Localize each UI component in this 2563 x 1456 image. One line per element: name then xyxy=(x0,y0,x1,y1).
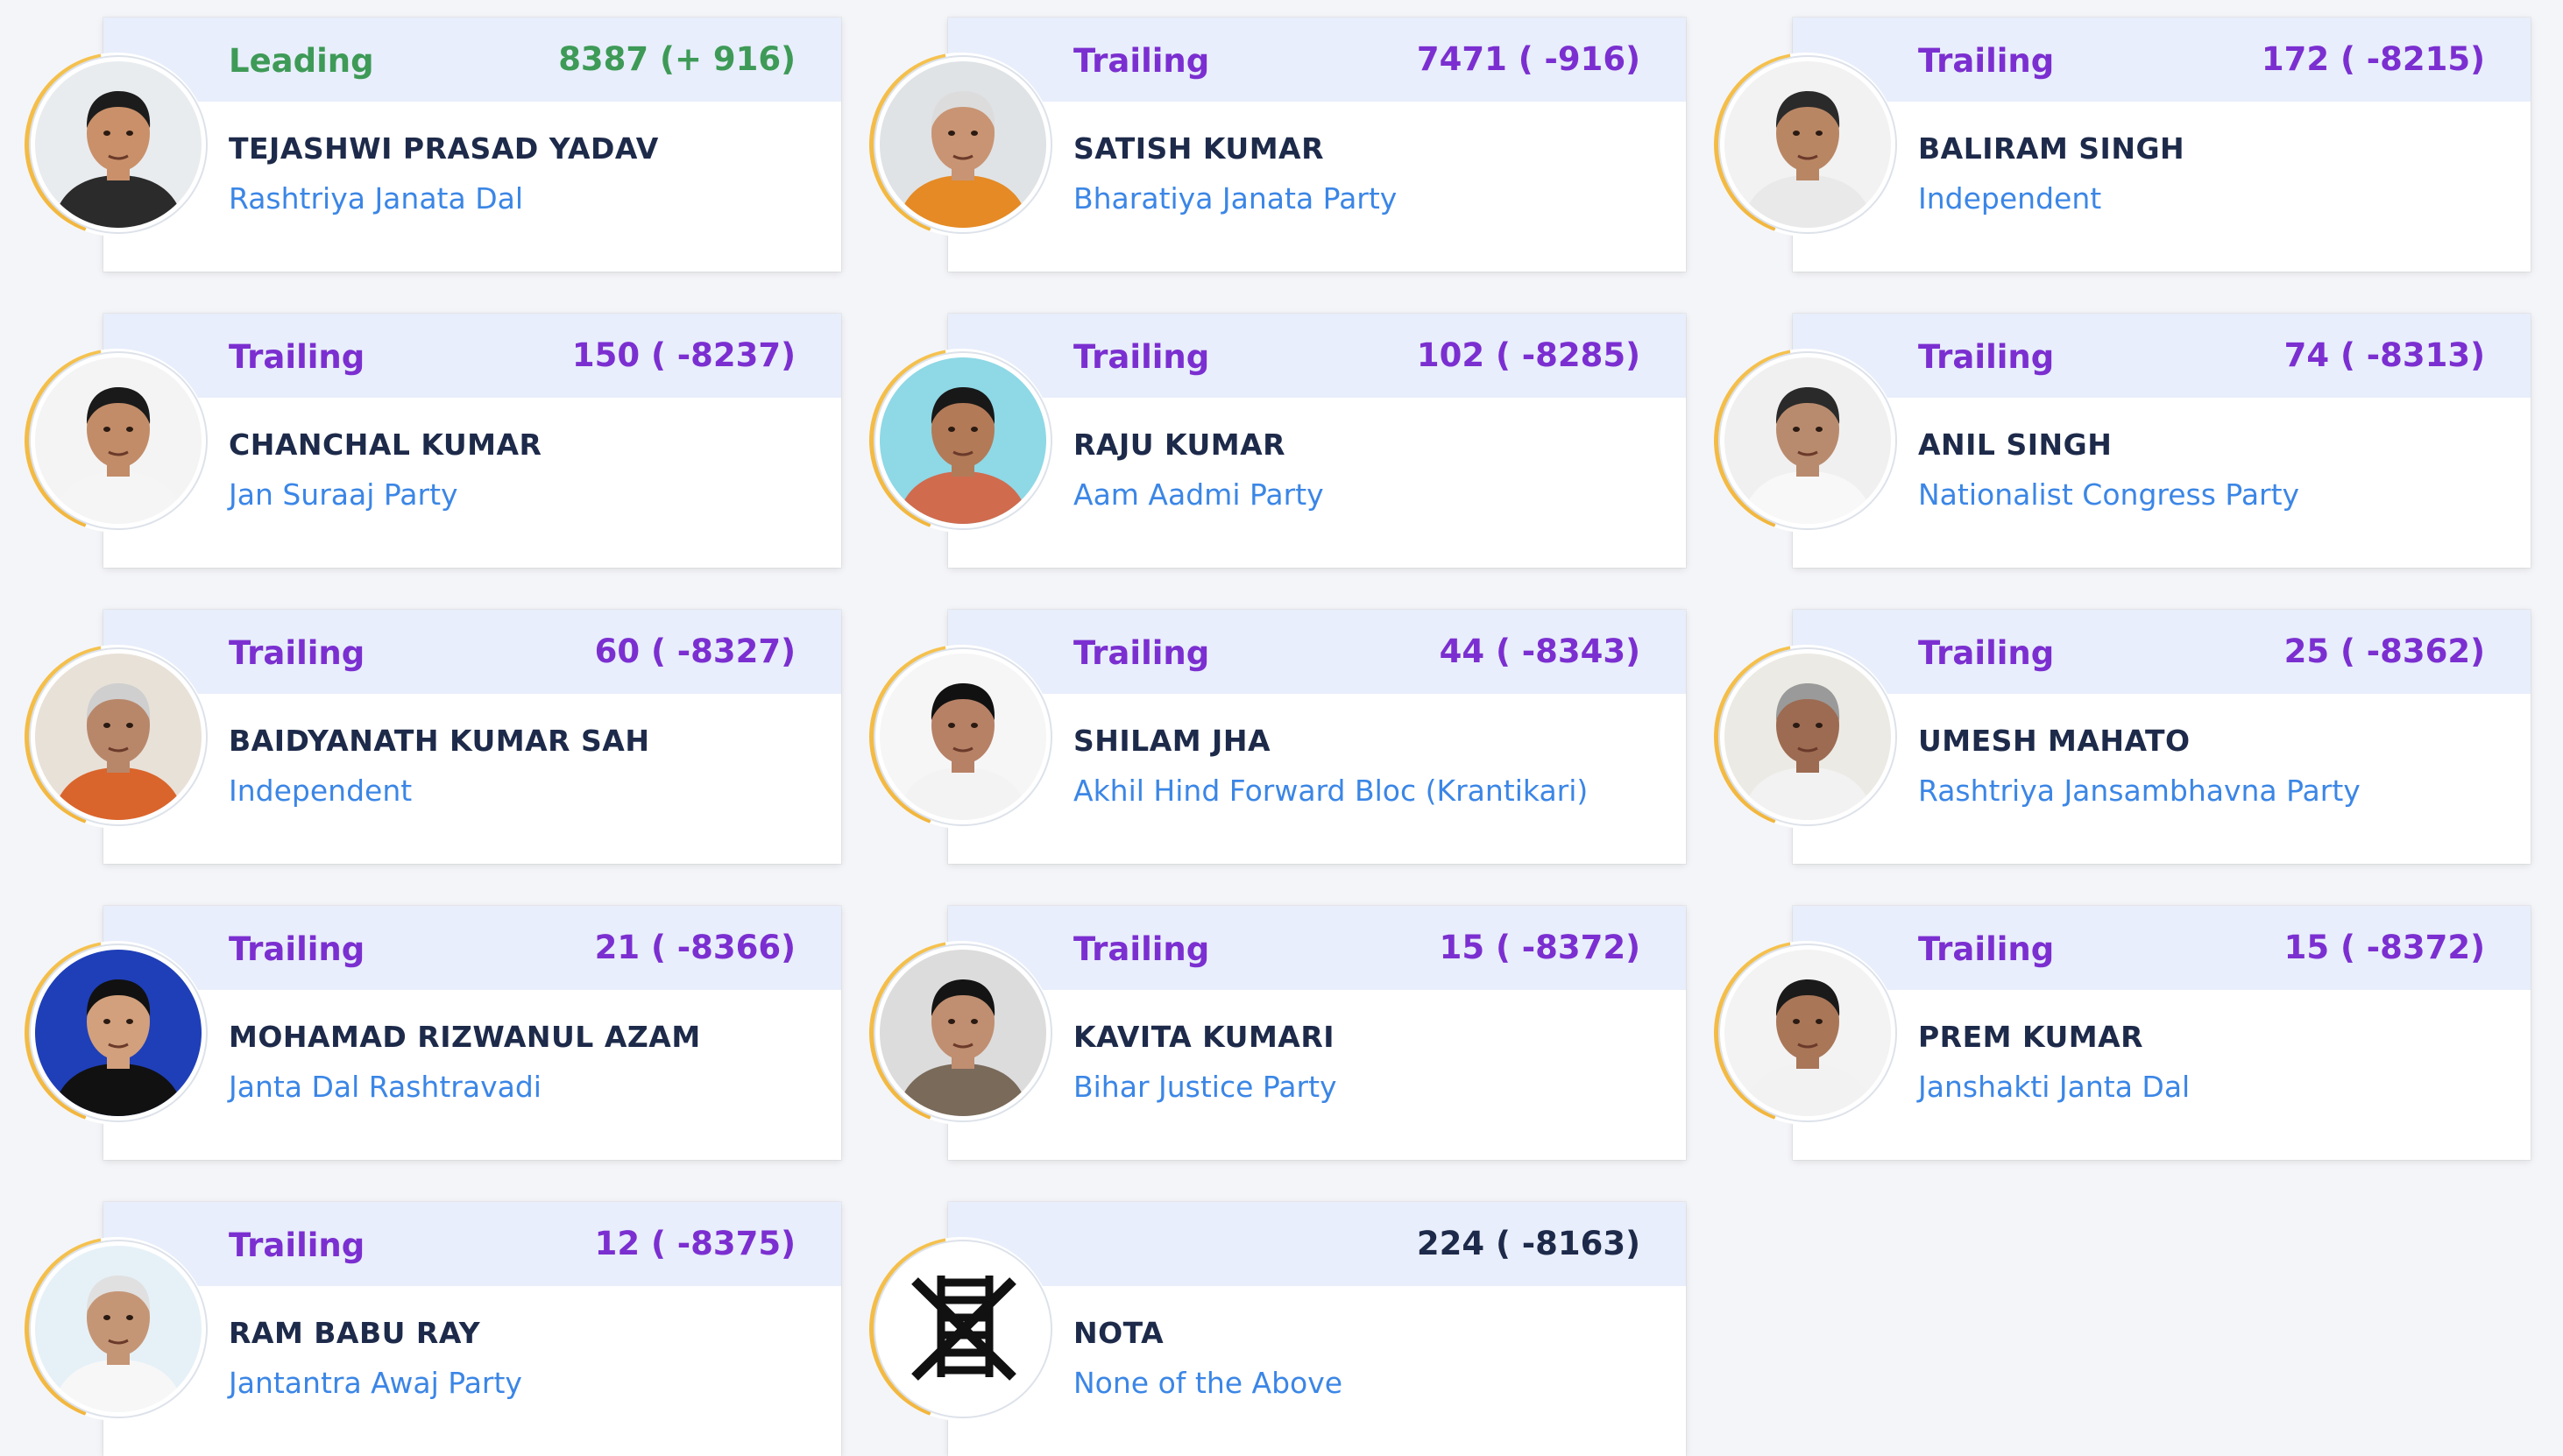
candidate-name: RAM BABU RAY xyxy=(229,1316,481,1350)
candidate-card[interactable]: Trailing 74 ( -8313) ANIL SINGH National… xyxy=(1714,314,2531,568)
candidate-card[interactable]: Trailing 25 ( -8362) UMESH MAHATO Rashtr… xyxy=(1714,610,2531,864)
candidate-name: KAVITA KUMARI xyxy=(1073,1020,1335,1054)
candidate-card[interactable]: Trailing 102 ( -8285) RAJU KUMAR Aam Aad… xyxy=(869,314,1686,568)
vote-count: 150 ( -8237) xyxy=(571,336,796,374)
vote-count: 74 ( -8313) xyxy=(2283,336,2485,374)
vote-count: 21 ( -8366) xyxy=(594,929,796,966)
vote-count: 224 ( -8163) xyxy=(1416,1225,1640,1262)
vote-count: 15 ( -8372) xyxy=(1439,929,1640,966)
candidate-photo xyxy=(880,61,1046,228)
candidate-name: ANIL SINGH xyxy=(1918,428,2113,462)
avatar xyxy=(25,1237,209,1421)
candidate-name: BALIRAM SINGH xyxy=(1918,131,2185,166)
status-label: Trailing xyxy=(1918,338,2055,376)
candidate-card[interactable]: Trailing 15 ( -8372) KAVITA KUMARI Bihar… xyxy=(869,906,1686,1160)
status-label: Trailing xyxy=(1918,930,2055,968)
status-label: Trailing xyxy=(229,930,365,968)
avatar xyxy=(25,645,209,829)
candidate-card[interactable]: Trailing 12 ( -8375) RAM BABU RAY Jantan… xyxy=(25,1202,841,1456)
candidate-card[interactable]: Trailing 60 ( -8327) BAIDYANATH KUMAR SA… xyxy=(25,610,841,864)
candidate-results-grid: Leading 8387 (+ 916) TEJASHWI PRASAD YAD… xyxy=(0,0,2563,1456)
party-name: Rashtriya Janata Dal xyxy=(229,181,523,216)
avatar xyxy=(869,941,1053,1125)
status-label: Trailing xyxy=(1073,930,1210,968)
vote-count: 44 ( -8343) xyxy=(1439,633,1640,670)
candidate-card[interactable]: Leading 8387 (+ 916) TEJASHWI PRASAD YAD… xyxy=(25,18,841,272)
party-name: Bihar Justice Party xyxy=(1073,1070,1337,1104)
avatar xyxy=(1714,645,1898,829)
status-label: Trailing xyxy=(229,634,365,672)
nota-ballot-icon xyxy=(880,1246,1046,1412)
vote-count: 8387 (+ 916) xyxy=(558,40,796,78)
avatar xyxy=(25,349,209,533)
candidate-photo xyxy=(1724,357,1891,524)
candidate-name: PREM KUMAR xyxy=(1918,1020,2144,1054)
candidate-name: SHILAM JHA xyxy=(1073,724,1271,758)
candidate-name: TEJASHWI PRASAD YADAV xyxy=(229,131,659,166)
candidate-card[interactable]: Trailing 172 ( -8215) BALIRAM SINGH Inde… xyxy=(1714,18,2531,272)
avatar xyxy=(869,1237,1053,1421)
status-label: Trailing xyxy=(229,338,365,376)
vote-count: 7471 ( -916) xyxy=(1416,40,1640,78)
candidate-card[interactable]: 224 ( -8163) NOTA None of the Above xyxy=(869,1202,1686,1456)
candidate-card[interactable]: Trailing 15 ( -8372) PREM KUMAR Janshakt… xyxy=(1714,906,2531,1160)
candidate-photo xyxy=(35,357,202,524)
avatar xyxy=(1714,53,1898,237)
party-name: Jan Suraaj Party xyxy=(229,477,458,512)
party-name: None of the Above xyxy=(1073,1366,1343,1400)
party-name: Janshakti Janta Dal xyxy=(1918,1070,2191,1104)
candidate-photo xyxy=(880,357,1046,524)
party-name: Janta Dal Rashtravadi xyxy=(229,1070,542,1104)
candidate-card[interactable]: Trailing 150 ( -8237) CHANCHAL KUMAR Jan… xyxy=(25,314,841,568)
candidate-card[interactable]: Trailing 21 ( -8366) MOHAMAD RIZWANUL AZ… xyxy=(25,906,841,1160)
status-label: Trailing xyxy=(1073,42,1210,80)
party-name: Independent xyxy=(1918,181,2102,216)
status-label: Trailing xyxy=(1918,634,2055,672)
avatar xyxy=(869,349,1053,533)
vote-count: 60 ( -8327) xyxy=(594,633,796,670)
avatar xyxy=(1714,349,1898,533)
candidate-name: MOHAMAD RIZWANUL AZAM xyxy=(229,1020,701,1054)
candidate-name: BAIDYANATH KUMAR SAH xyxy=(229,724,650,758)
candidate-photo xyxy=(1724,654,1891,820)
candidate-photo xyxy=(880,654,1046,820)
candidate-photo xyxy=(35,654,202,820)
candidate-card[interactable]: Trailing 7471 ( -916) SATISH KUMAR Bhara… xyxy=(869,18,1686,272)
avatar xyxy=(1714,941,1898,1125)
status-label: Leading xyxy=(229,42,374,80)
vote-count: 12 ( -8375) xyxy=(594,1225,796,1262)
status-label: Trailing xyxy=(1073,338,1210,376)
party-name: Aam Aadmi Party xyxy=(1073,477,1324,512)
party-name: Independent xyxy=(229,774,413,808)
party-name: Nationalist Congress Party xyxy=(1918,477,2300,512)
candidate-photo xyxy=(1724,61,1891,228)
status-label: Trailing xyxy=(1918,42,2055,80)
vote-count: 25 ( -8362) xyxy=(2283,633,2485,670)
status-label: Trailing xyxy=(1073,634,1210,672)
candidate-photo xyxy=(35,1246,202,1412)
candidate-name: NOTA xyxy=(1073,1316,1165,1350)
candidate-photo xyxy=(880,950,1046,1116)
candidate-name: SATISH KUMAR xyxy=(1073,131,1324,166)
avatar xyxy=(25,941,209,1125)
candidate-name: RAJU KUMAR xyxy=(1073,428,1286,462)
vote-count: 102 ( -8285) xyxy=(1416,336,1640,374)
avatar xyxy=(25,53,209,237)
status-label: Trailing xyxy=(229,1226,365,1264)
candidate-name: CHANCHAL KUMAR xyxy=(229,428,542,462)
candidate-photo xyxy=(35,950,202,1116)
party-name: Rashtriya Jansambhavna Party xyxy=(1918,774,2361,808)
party-name: Bharatiya Janata Party xyxy=(1073,181,1398,216)
candidate-name: UMESH MAHATO xyxy=(1918,724,2191,758)
party-name: Akhil Hind Forward Bloc (Krantikari) xyxy=(1073,774,1589,808)
candidate-photo xyxy=(35,61,202,228)
vote-count: 172 ( -8215) xyxy=(2261,40,2485,78)
vote-count: 15 ( -8372) xyxy=(2283,929,2485,966)
candidate-photo xyxy=(1724,950,1891,1116)
candidate-card[interactable]: Trailing 44 ( -8343) SHILAM JHA Akhil Hi… xyxy=(869,610,1686,864)
avatar xyxy=(869,645,1053,829)
party-name: Jantantra Awaj Party xyxy=(229,1366,522,1400)
avatar xyxy=(869,53,1053,237)
